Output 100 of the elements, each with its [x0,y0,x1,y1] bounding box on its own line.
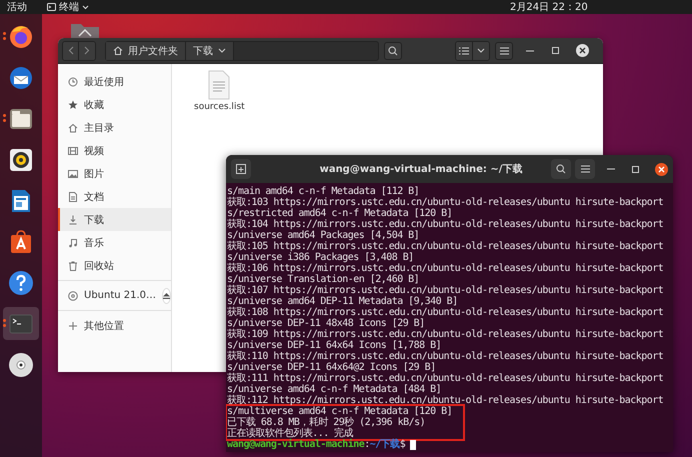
mail-icon [8,64,34,90]
sidebar-label: 收藏 [84,98,104,112]
terminal-line: 获取:108 https://mirrors.ustc.edu.cn/ubuntu-old-releases/ubuntu hirsute-backport [227,307,664,318]
sidebar-label: 其他位置 [84,320,124,332]
prompt-user: wang@wang-virtual-machine [227,439,364,450]
eject-icon [163,292,170,298]
path-segment[interactable]: 下载 [186,42,234,60]
menu-button[interactable] [495,42,513,60]
prompt-symbol: $ [400,439,406,450]
sidebar-label: 音乐 [84,236,104,250]
sidebar-label: 图片 [84,168,104,180]
terminal-line: 获取:106 https://mirrors.ustc.edu.cn/ubuntu-old-releases/ubuntu hirsute-backport [227,263,664,274]
terminal-line: s/universe Translation-en [2,460 B] [227,274,420,285]
view-list-button[interactable] [456,42,473,60]
terminal-line: 获取:105 https://mirrors.ustc.edu.cn/ubuntu-old-releases/ubuntu hirsute-backport [227,241,664,252]
menu-icon [500,46,508,54]
menu-button[interactable] [575,159,595,179]
sidebar-label: 最近使用 [84,76,124,88]
terminal-line: 获取:110 https://mirrors.ustc.edu.cn/ubuntu-old-releases/ubuntu hirsute-backport [227,351,664,362]
terminal-line: 正在读取软件包列表... 完成 [227,428,354,439]
trash-icon [68,260,78,270]
sidebar-item[interactable]: 下载 [58,208,171,231]
search-button[interactable] [551,159,571,179]
maximize-icon [552,47,558,54]
forward-icon [84,46,90,55]
app-menu[interactable]: 终端 [47,0,89,14]
caret-icon [477,48,485,53]
sidebar-label: Ubuntu 21.0… [84,290,156,301]
minimize-icon [607,168,615,170]
maximize-icon [632,166,638,172]
terminal-line: 已下载 68.8 MB，耗时 29秒 (2,396 kB/s) [227,417,426,428]
search-icon [556,164,566,174]
sidebar-item[interactable]: 视频 [58,139,171,162]
text-file-icon [207,70,232,100]
prompt-path: ~/下载 [370,439,400,450]
speaker-icon [8,146,34,172]
view-options-button[interactable] [473,42,489,60]
terminal-line: 获取:107 https://mirrors.ustc.edu.cn/ubuntu-old-releases/ubuntu hirsute-backport [227,285,664,296]
back-button[interactable] [63,42,79,60]
sidebar-item[interactable]: 文档 [58,185,171,208]
close-icon [658,166,665,172]
terminal-line: s/restricted amd64 c-n-f Metadata [120 B] [227,208,452,219]
home-icon [113,46,123,55]
music-note-icon [68,238,78,248]
prompt-separator: : [364,439,370,450]
close-button[interactable] [576,44,589,57]
terminal-line: s/universe amd64 c-n-f Metadata [484 B] [227,384,442,395]
eject-button[interactable] [162,288,172,304]
terminal-line: s/universe DEP-11 64x64@2 Icons [29 B] [227,362,436,373]
sidebar-item[interactable]: 其他位置 [58,314,171,337]
sidebar-label: 主目录 [84,122,114,134]
sidebar-item[interactable]: 最近使用 [58,70,171,93]
terminal-line: s/universe i386 Packages [3,408 B] [227,252,415,263]
browser-icon [8,24,34,50]
running-indicator [3,114,6,122]
terminal-line: s/universe DEP-11 48x48 Icons [29 B] [227,318,425,329]
sidebar-item[interactable]: Ubuntu 21.0… [58,284,171,307]
star-icon [68,100,78,110]
terminal-line: 获取:111 https://mirrors.ustc.edu.cn/ubuntu-old-releases/ubuntu hirsute-backport [227,373,664,384]
new-tab-button[interactable] [231,159,251,179]
terminal-line: 获取:103 https://mirrors.ustc.edu.cn/ubuntu-old-releases/ubuntu hirsute-backport [227,197,664,208]
file-item[interactable]: sources.list [194,70,245,112]
terminal-line: 获取:112 https://mirrors.ustc.edu.cn/ubuntu-old-releases/ubuntu hirsute-backport [227,395,664,406]
forward-button[interactable] [79,42,95,60]
image-icon [68,168,78,178]
terminal-icon [47,3,56,11]
sidebar-item[interactable]: 回收站 [58,254,171,277]
document-icon [68,192,78,202]
sidebar-item[interactable]: 主目录 [58,116,171,139]
search-button[interactable] [384,42,402,60]
sidebar-item[interactable]: 图片 [58,162,171,185]
clock[interactable]: 2月24日 22：20 [510,0,588,14]
new-tab-icon [236,164,246,174]
film-icon [68,146,78,156]
running-indicator [3,319,6,327]
terminal-line: 获取:109 https://mirrors.ustc.edu.cn/ubuntu-old-releases/ubuntu hirsute-backport [227,329,664,340]
clock-icon [68,76,78,86]
list-icon [459,46,469,54]
help-icon [8,270,34,296]
close-button[interactable] [655,162,668,176]
menu-icon [580,165,590,173]
window-title: wang@wang-virtual-machine: ~/下载 [318,162,524,176]
caret-icon [82,4,89,10]
search-icon [388,46,398,56]
download-icon [68,214,78,224]
sidebar-label: 文档 [84,190,104,204]
plus-icon [68,320,78,330]
sidebar-item[interactable]: 音乐 [58,231,171,254]
caret-icon [218,48,226,53]
sidebar-item[interactable]: 收藏 [58,93,171,116]
activities-button[interactable]: 活动 [7,0,27,14]
sidebar-label: 下载 [84,214,104,226]
terminal-line: s/multiverse amd64 c-n-f Metadata [120 B] [227,406,454,417]
shopping-bag-icon [8,228,34,254]
terminal-line: s/universe amd64 Packages [4,504 B] [227,230,420,241]
terminal-line: s/main amd64 c-n-f Metadata [112 B] [227,186,420,197]
terminal-line: s/universe amd64 DEP-11 Metadata [9,340 B] [227,296,458,307]
sidebar-label: 回收站 [84,260,114,272]
path-segment[interactable]: 用户文件夹 [106,42,186,60]
disc-icon [8,352,34,378]
